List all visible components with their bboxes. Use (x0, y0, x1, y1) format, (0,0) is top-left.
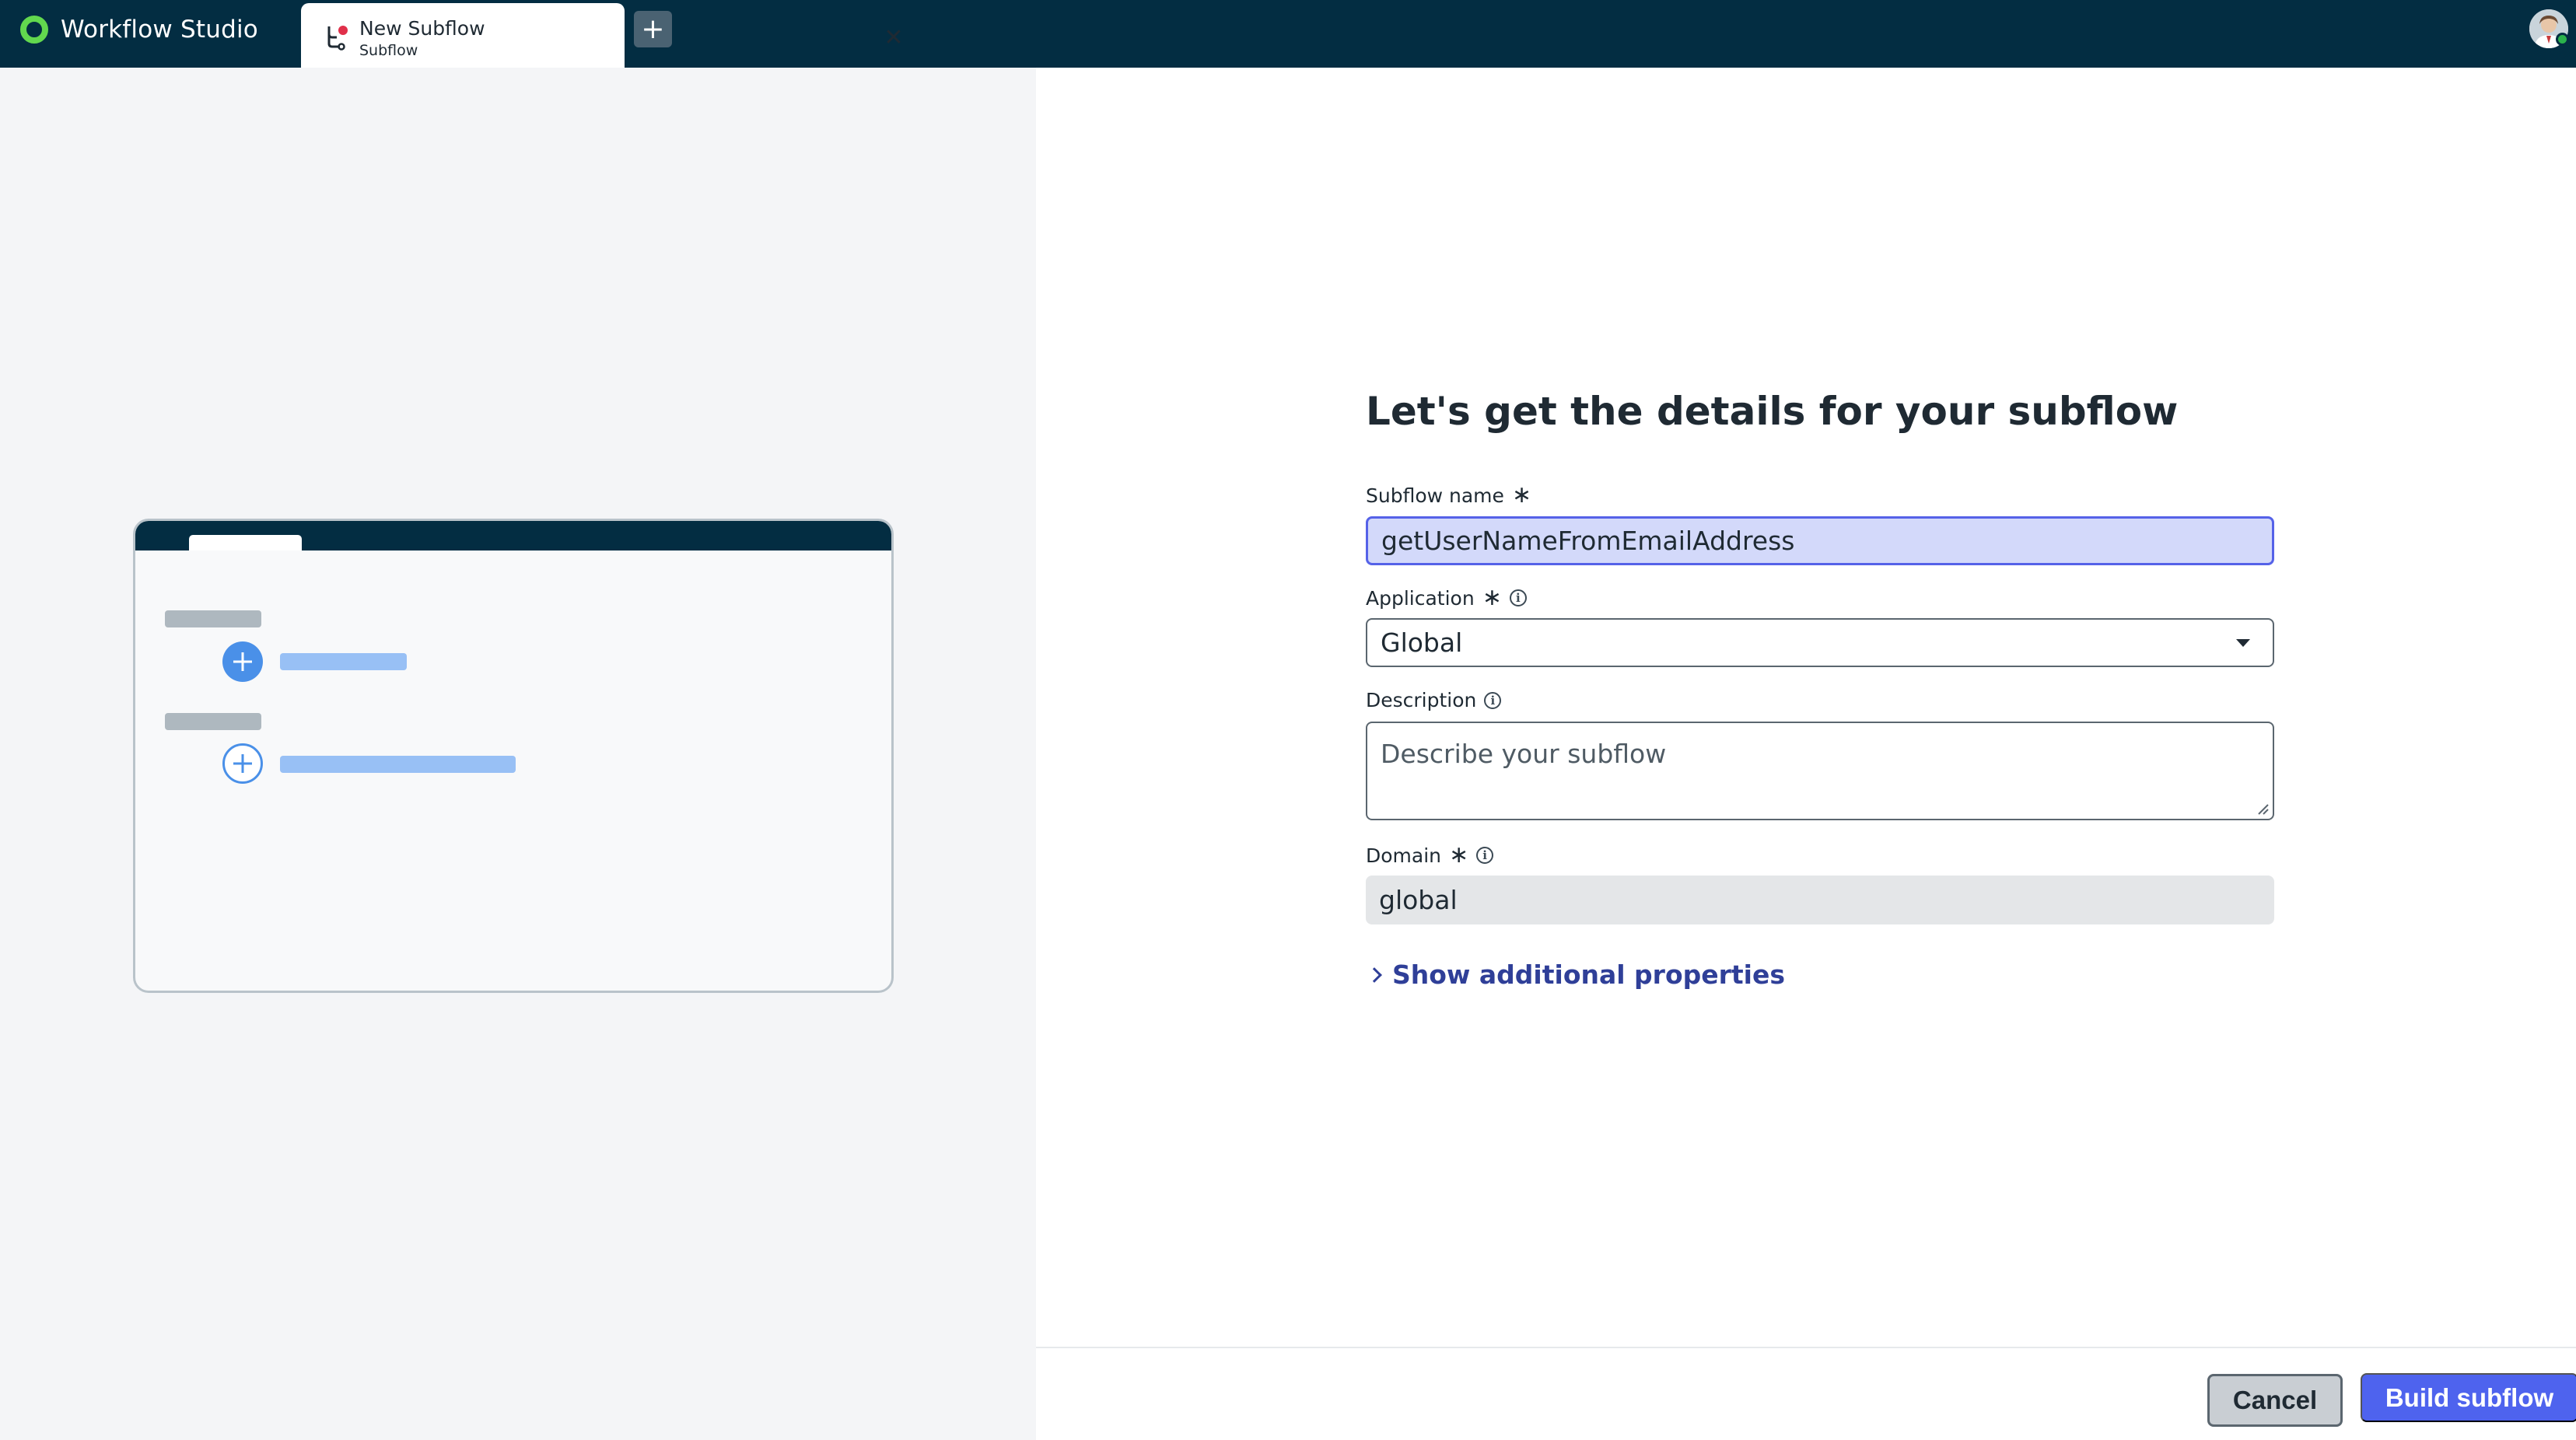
domain-label-text: Domain (1366, 844, 1442, 867)
illustration-tab (189, 535, 302, 550)
subflow-name-label-text: Subflow name (1366, 484, 1504, 507)
illustration-add-outline-icon (222, 743, 263, 784)
domain-value: global (1379, 885, 1458, 915)
caret-down-icon (2236, 638, 2250, 647)
cancel-button[interactable]: Cancel (2207, 1374, 2343, 1427)
show-additional-properties-link[interactable]: Show additional properties (1367, 959, 1786, 990)
description-label-text: Description (1366, 689, 1477, 711)
required-icon: ∗ (1482, 584, 1502, 611)
top-bar: Workflow Studio New Subflow Subflow ✕ + (0, 0, 2576, 68)
illustration-section-line (165, 610, 261, 627)
tab-title: New Subflow (359, 17, 485, 40)
subflow-name-label: Subflow name ∗ (1366, 484, 1531, 507)
application-label-text: Application (1366, 586, 1475, 610)
illustration-section-line (165, 713, 261, 730)
page-title: Let's get the details for your subflow (1366, 389, 2179, 434)
illustration-step-line (280, 756, 516, 773)
domain-field: global (1366, 876, 2274, 924)
description-placeholder: Describe your subflow (1381, 739, 1667, 769)
subflow-name-value: getUserNameFromEmailAddress (1381, 526, 1795, 556)
workflow-studio-logo-icon (20, 15, 48, 44)
description-label: Description i (1366, 689, 1502, 711)
new-tab-button[interactable]: + (634, 11, 672, 47)
brand[interactable]: Workflow Studio (20, 0, 258, 58)
application-label: Application ∗ i (1366, 586, 1527, 610)
chevron-right-icon (1367, 966, 1382, 983)
show-additional-properties-label: Show additional properties (1392, 959, 1786, 990)
subflow-icon (327, 26, 348, 51)
resize-handle-icon[interactable] (2254, 800, 2270, 816)
domain-label: Domain ∗ i (1366, 841, 1494, 869)
description-textarea[interactable]: Describe your subflow (1366, 722, 2274, 820)
tab-new-subflow[interactable]: New Subflow Subflow ✕ (301, 3, 904, 68)
application-value: Global (1381, 627, 1463, 658)
tab-subtitle: Subflow (359, 42, 418, 59)
subflow-name-input[interactable]: getUserNameFromEmailAddress (1366, 516, 2274, 565)
info-icon[interactable]: i (1476, 847, 1494, 864)
required-icon: ∗ (1511, 481, 1532, 509)
footer-divider (1036, 1347, 2576, 1348)
application-select[interactable]: Global (1366, 618, 2274, 667)
close-tab-icon[interactable]: ✕ (878, 22, 909, 53)
illustration-step-line (280, 653, 407, 670)
illustration-add-icon (222, 641, 263, 682)
subflow-illustration (133, 519, 894, 993)
online-status-indicator (2556, 33, 2569, 46)
required-icon: ∗ (1449, 841, 1469, 869)
info-icon[interactable]: i (1484, 691, 1502, 709)
build-subflow-button[interactable]: Build subflow (2361, 1373, 2576, 1422)
info-icon[interactable]: i (1509, 589, 1527, 606)
app-title: Workflow Studio (61, 15, 258, 44)
